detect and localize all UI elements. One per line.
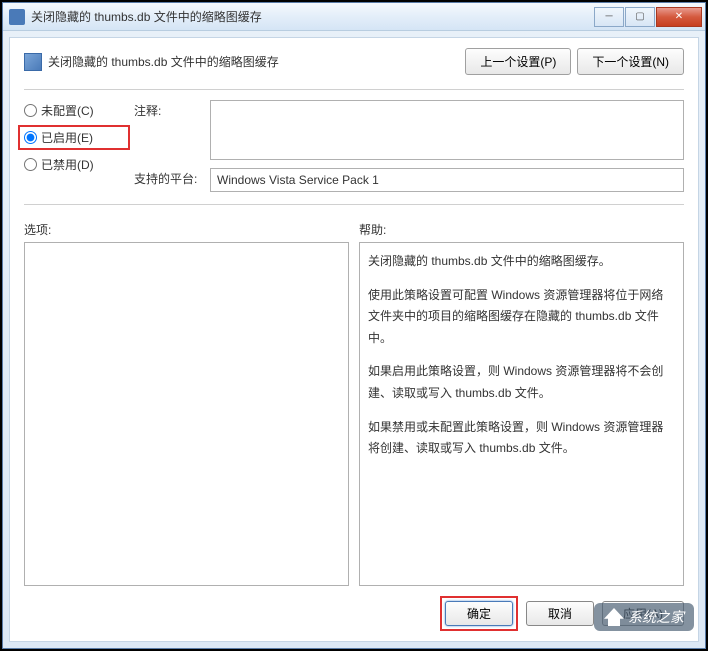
help-text-2: 使用此策略设置可配置 Windows 资源管理器将位于网络文件夹中的项目的缩略图… xyxy=(368,285,675,350)
radio-enabled-label: 已启用(E) xyxy=(41,129,93,146)
help-label: 帮助: xyxy=(359,221,684,238)
radio-not-configured[interactable]: 未配置(C) xyxy=(24,102,124,119)
watermark-text: 系统之家 xyxy=(628,607,684,627)
window-controls: ─ ▢ ✕ xyxy=(594,7,703,27)
radio-enabled-input[interactable] xyxy=(24,131,37,144)
cancel-button[interactable]: 取消 xyxy=(526,601,594,626)
close-button[interactable]: ✕ xyxy=(656,7,702,27)
nav-buttons: 上一个设置(P) 下一个设置(N) xyxy=(465,48,684,75)
platform-label: 支持的平台: xyxy=(134,168,202,192)
radio-disabled-input[interactable] xyxy=(24,158,37,171)
config-section: 未配置(C) 已启用(E) 已禁用(D) 注释: 支持的平台: xyxy=(24,100,684,192)
help-panel: 关闭隐藏的 thumbs.db 文件中的缩略图缓存。 使用此策略设置可配置 Wi… xyxy=(359,242,684,586)
divider xyxy=(24,89,684,90)
fields-column: 注释: 支持的平台: Windows Vista Service Pack 1 xyxy=(134,100,684,192)
window-title: 关闭隐藏的 thumbs.db 文件中的缩略图缓存 xyxy=(29,8,594,25)
house-icon xyxy=(604,608,624,626)
app-icon xyxy=(9,9,25,25)
radio-group: 未配置(C) 已启用(E) 已禁用(D) xyxy=(24,100,124,192)
options-panel xyxy=(24,242,349,586)
comment-row: 注释: xyxy=(134,100,684,160)
maximize-button[interactable]: ▢ xyxy=(625,7,655,27)
divider-2 xyxy=(24,204,684,205)
help-text-1: 关闭隐藏的 thumbs.db 文件中的缩略图缓存。 xyxy=(368,251,675,273)
options-label: 选项: xyxy=(24,221,349,238)
comment-textarea[interactable] xyxy=(210,100,684,160)
platform-row: 支持的平台: Windows Vista Service Pack 1 xyxy=(134,168,684,192)
help-column: 帮助: 关闭隐藏的 thumbs.db 文件中的缩略图缓存。 使用此策略设置可配… xyxy=(359,221,684,586)
ok-highlight: 确定 xyxy=(440,596,518,631)
minimize-button[interactable]: ─ xyxy=(594,7,624,27)
previous-setting-button[interactable]: 上一个设置(P) xyxy=(465,48,571,75)
radio-not-configured-input[interactable] xyxy=(24,104,37,117)
content-area: 关闭隐藏的 thumbs.db 文件中的缩略图缓存 上一个设置(P) 下一个设置… xyxy=(9,37,699,642)
help-text-4: 如果禁用或未配置此策略设置，则 Windows 资源管理器将创建、读取或写入 t… xyxy=(368,417,675,460)
lower-section: 选项: 帮助: 关闭隐藏的 thumbs.db 文件中的缩略图缓存。 使用此策略… xyxy=(24,221,684,586)
footer-row: 确定 取消 应用(A) xyxy=(24,596,684,631)
policy-title: 关闭隐藏的 thumbs.db 文件中的缩略图缓存 xyxy=(48,53,465,70)
radio-enabled[interactable]: 已启用(E) xyxy=(18,125,130,150)
radio-disabled-label: 已禁用(D) xyxy=(41,156,94,173)
platform-value: Windows Vista Service Pack 1 xyxy=(210,168,684,192)
watermark: 系统之家 xyxy=(594,603,694,631)
titlebar: 关闭隐藏的 thumbs.db 文件中的缩略图缓存 ─ ▢ ✕ xyxy=(3,3,705,31)
policy-icon xyxy=(24,53,42,71)
options-column: 选项: xyxy=(24,221,349,586)
radio-disabled[interactable]: 已禁用(D) xyxy=(24,156,124,173)
help-text-3: 如果启用此策略设置，则 Windows 资源管理器将不会创建、读取或写入 thu… xyxy=(368,361,675,404)
comment-label: 注释: xyxy=(134,100,202,160)
radio-not-configured-label: 未配置(C) xyxy=(41,102,94,119)
header-row: 关闭隐藏的 thumbs.db 文件中的缩略图缓存 上一个设置(P) 下一个设置… xyxy=(24,48,684,75)
ok-button[interactable]: 确定 xyxy=(445,601,513,626)
window-frame: 关闭隐藏的 thumbs.db 文件中的缩略图缓存 ─ ▢ ✕ 关闭隐藏的 th… xyxy=(2,2,706,649)
next-setting-button[interactable]: 下一个设置(N) xyxy=(577,48,684,75)
